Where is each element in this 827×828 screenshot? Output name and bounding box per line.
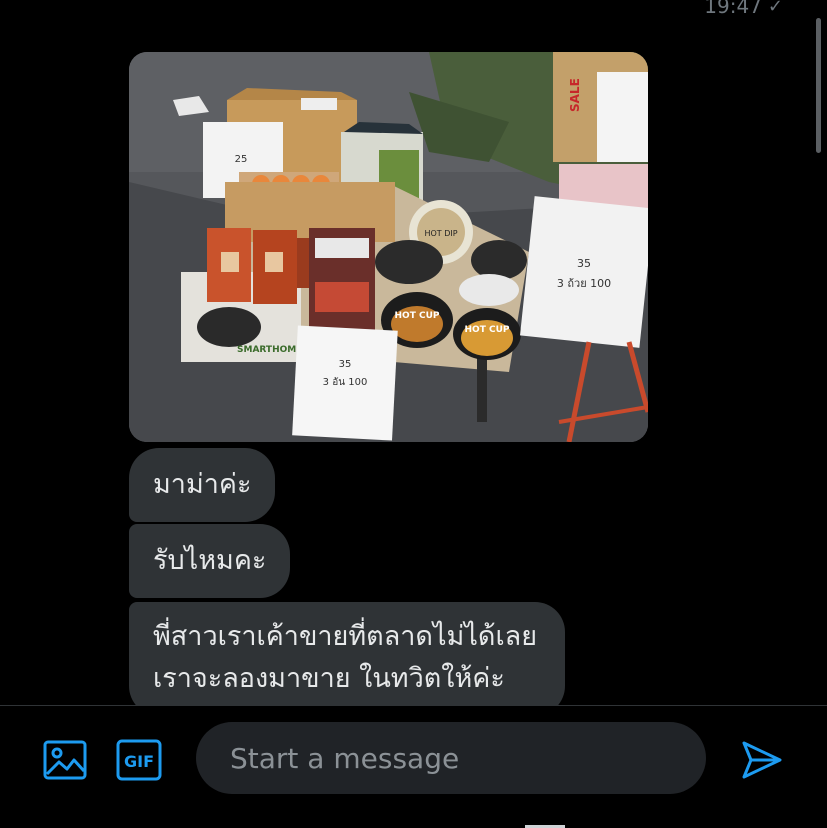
message-text: รับไหมคะ [153,545,267,576]
message-bubble[interactable]: มาม่าค่ะ [129,448,276,522]
sign-right-price: 35 [577,257,591,270]
scrollbar[interactable] [816,18,821,153]
hot-dip-text: HOT DIP [424,229,457,238]
message-bubble[interactable]: รับไหมคะ [129,524,291,598]
sign-right-deal: 3 ถ้วย 100 [557,277,611,290]
message-text: มาม่าค่ะ [153,469,252,500]
gif-icon[interactable]: GIF [116,738,162,782]
sale-text: SALE [568,78,582,112]
image-icon[interactable] [43,738,87,782]
message-input[interactable] [196,722,706,794]
message-bubble[interactable]: พี่สาวเราเค้าขายที่ตลาดไม่ได้เลย เราจะลอ… [129,602,566,716]
hot-cup-text: HOT CUP [395,311,440,321]
sent-check-icon: ✓ [767,0,783,17]
message-text-line: พี่สาวเราเค้าขายที่ตลาดไม่ได้เลย [153,621,538,652]
message-composer: GIF [0,705,827,828]
sign-left-price: 35 [339,359,352,370]
hot-cup-text-2: HOT CUP [465,325,510,335]
gif-label: GIF [124,752,154,771]
sign-left-deal: 3 อัน 100 [323,377,368,388]
message-photo[interactable]: 25 SMARTHOME HOT DIP HOT CUP HOT CUP 35 … [129,52,648,442]
message-text-line: เราจะลองมาขาย ในทวิตให้ค่ะ [153,663,505,694]
photo-scene: 25 SMARTHOME HOT DIP HOT CUP HOT CUP 35 … [129,52,648,442]
time-text: 19:47 [704,0,762,18]
message-timestamp: 19:47 ✓ [704,0,783,18]
send-icon[interactable] [740,738,784,782]
message-input-wrapper [196,722,706,794]
smarthome-text: SMARTHOME [237,345,302,355]
box-sign-text: 25 [235,154,248,165]
